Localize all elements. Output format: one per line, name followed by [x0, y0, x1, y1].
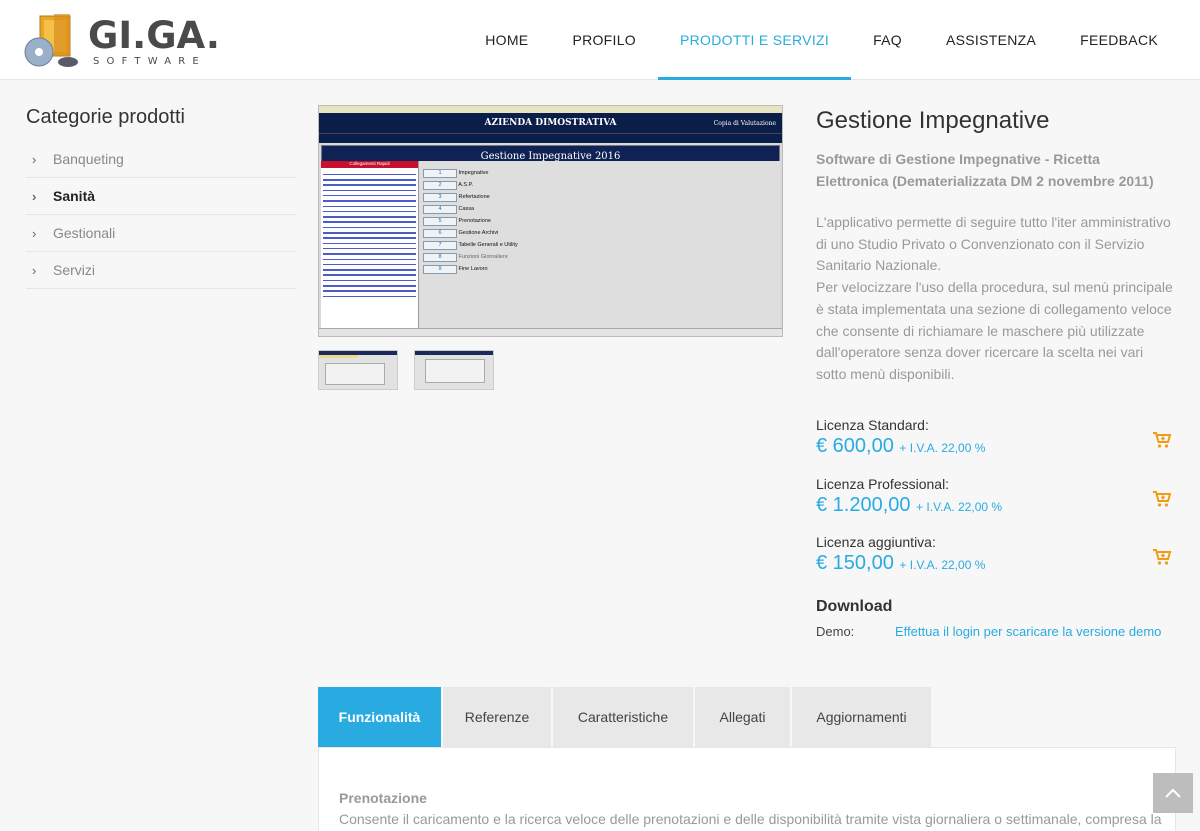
app-quick-links-title: Collegamenti Rapidi [321, 161, 418, 168]
license-standard: Licenza Standard: € 600,00 + I.V.A. 22,0… [816, 417, 1176, 458]
app-statusbar [319, 328, 782, 336]
license-vat: + I.V.A. 22,00 % [916, 500, 1003, 514]
product-tabs: Funzionalità Referenze Caratteristiche A… [318, 687, 933, 747]
product-subtitle: Software di Gestione Impegnative - Ricet… [816, 151, 1154, 189]
sidebar-item-banqueting[interactable]: › Banqueting [26, 141, 296, 178]
chevron-right-icon: › [32, 262, 37, 278]
app-menu-item: 8 Funzioni Giornaliere [423, 253, 508, 262]
nav-home[interactable]: HOME [463, 0, 550, 80]
app-menu-item: 2 A.S.P. [423, 181, 473, 190]
logo-icon [24, 14, 78, 67]
app-copy-label: Copia di Valutazione [713, 119, 776, 127]
app-body: Collegamenti Rapidi 1 Impegnative 2 A.S.… [321, 161, 780, 328]
license-label: Licenza Standard: [816, 417, 929, 433]
app-status-strip [319, 133, 782, 143]
download-demo-link[interactable]: Effettua il login per scaricare la versi… [895, 624, 1161, 639]
sidebar-item-label: Sanità [53, 188, 96, 204]
tab-referenze[interactable]: Referenze [443, 687, 551, 747]
license-vat: + I.V.A. 22,00 % [899, 558, 986, 572]
chevron-right-icon: › [32, 188, 37, 204]
cart-plus-icon[interactable] [1152, 431, 1172, 449]
main-nav: HOME PROFILO PRODOTTI E SERVIZI FAQ ASSI… [463, 0, 1180, 80]
sidebar-item-label: Gestionali [53, 225, 116, 241]
logo[interactable]: GI.GA. SOFTWARE [24, 12, 220, 70]
download-demo-row: Demo: Effettua il login per scaricare la… [816, 624, 1176, 639]
tab-aggiornamenti[interactable]: Aggiornamenti [792, 687, 931, 747]
arrow-up-icon [1165, 788, 1181, 798]
window-titlebar [319, 106, 782, 113]
app-quick-links: Collegamenti Rapidi [321, 161, 419, 328]
app-menu: 1 Impegnative 2 A.S.P. 3 Refertazione 4 … [419, 161, 780, 328]
sidebar-item-label: Banqueting [53, 151, 124, 167]
sidebar-item-servizi[interactable]: › Servizi [26, 252, 296, 289]
sidebar-item-gestionali[interactable]: › Gestionali [26, 215, 296, 252]
license-price: € 1.200,00 + I.V.A. 22,00 % [816, 494, 1003, 516]
product-details: Gestione Impegnative Software di Gestion… [816, 106, 1176, 386]
sidebar-title: Categorie prodotti [26, 106, 185, 128]
app-menu-item: 1 Impegnative [423, 169, 489, 178]
logo-tagline: SOFTWARE [93, 56, 206, 67]
nav-assistenza[interactable]: ASSISTENZA [924, 0, 1058, 80]
app-menu-item: 4 Cassa [423, 205, 474, 214]
product-description: L'applicativo permette di seguire tutto … [816, 212, 1176, 386]
app-menu-item: 5 Prenotazione [423, 217, 491, 226]
sidebar-item-label: Servizi [53, 262, 96, 278]
product-main-image[interactable]: AZIENDA DIMOSTRATIVA Copia di Valutazion… [318, 105, 783, 337]
license-vat: + I.V.A. 22,00 % [899, 441, 986, 455]
app-menu-item: 3 Refertazione [423, 193, 490, 202]
nav-prodotti-e-servizi[interactable]: PRODOTTI E SERVIZI [658, 0, 852, 80]
product-description-p2: Per velocizzare l'uso della procedura, s… [816, 279, 1173, 382]
product-description-p1: L'applicativo permette di seguire tutto … [816, 214, 1171, 274]
app-menu-item: 6 Gestione Archivi [423, 229, 498, 238]
download-title: Download [816, 598, 893, 615]
tab-funzionalita[interactable]: Funzionalità [318, 687, 441, 747]
cart-plus-icon[interactable] [1152, 490, 1172, 508]
panel-heading: Prenotazione [339, 790, 427, 806]
app-company: AZIENDA DIMOSTRATIVA [484, 118, 617, 128]
license-label: Licenza aggiuntiva: [816, 534, 936, 550]
license-label: Licenza Professional: [816, 476, 950, 492]
back-to-top-button[interactable] [1153, 773, 1193, 813]
sidebar-item-sanita[interactable]: › Sanità [26, 178, 296, 215]
panel-text: Consente il caricamento e la ricerca vel… [339, 811, 1162, 827]
site-header: GI.GA. SOFTWARE HOME PROFILO PRODOTTI E … [0, 0, 1200, 80]
product-thumbnail-1[interactable] [318, 350, 398, 390]
logo-name: GI.GA. [88, 14, 220, 57]
category-sidebar: Categorie prodotti › Banqueting › Sanità… [26, 106, 296, 289]
download-section: Download Demo: Effettua il login per sca… [816, 598, 1176, 639]
tab-caratteristiche[interactable]: Caratteristiche [553, 687, 693, 747]
license-aggiuntiva: Licenza aggiuntiva: € 150,00 + I.V.A. 22… [816, 534, 1176, 575]
chevron-right-icon: › [32, 225, 37, 241]
download-demo-label: Demo: [816, 624, 855, 639]
app-menu-item: 7 Tabelle Generali e Utility [423, 241, 518, 250]
nav-profilo[interactable]: PROFILO [550, 0, 658, 80]
app-quick-links-list [321, 168, 418, 303]
nav-faq[interactable]: FAQ [851, 0, 924, 80]
product-title: Gestione Impegnative [816, 107, 1050, 134]
tab-allegati[interactable]: Allegati [695, 687, 790, 747]
chevron-right-icon: › [32, 151, 37, 167]
app-header: AZIENDA DIMOSTRATIVA Copia di Valutazion… [319, 113, 782, 133]
license-professional: Licenza Professional: € 1.200,00 + I.V.A… [816, 476, 1176, 517]
license-price: € 150,00 + I.V.A. 22,00 % [816, 552, 986, 574]
product-thumbnail-2[interactable] [414, 350, 494, 390]
app-menu-item: 9 Fine Lavoro [423, 265, 488, 274]
cart-plus-icon[interactable] [1152, 548, 1172, 566]
tab-panel: Prenotazione Consente il caricamento e l… [318, 747, 1176, 831]
license-price: € 600,00 + I.V.A. 22,00 % [816, 435, 986, 457]
nav-feedback[interactable]: FEEDBACK [1058, 0, 1180, 80]
